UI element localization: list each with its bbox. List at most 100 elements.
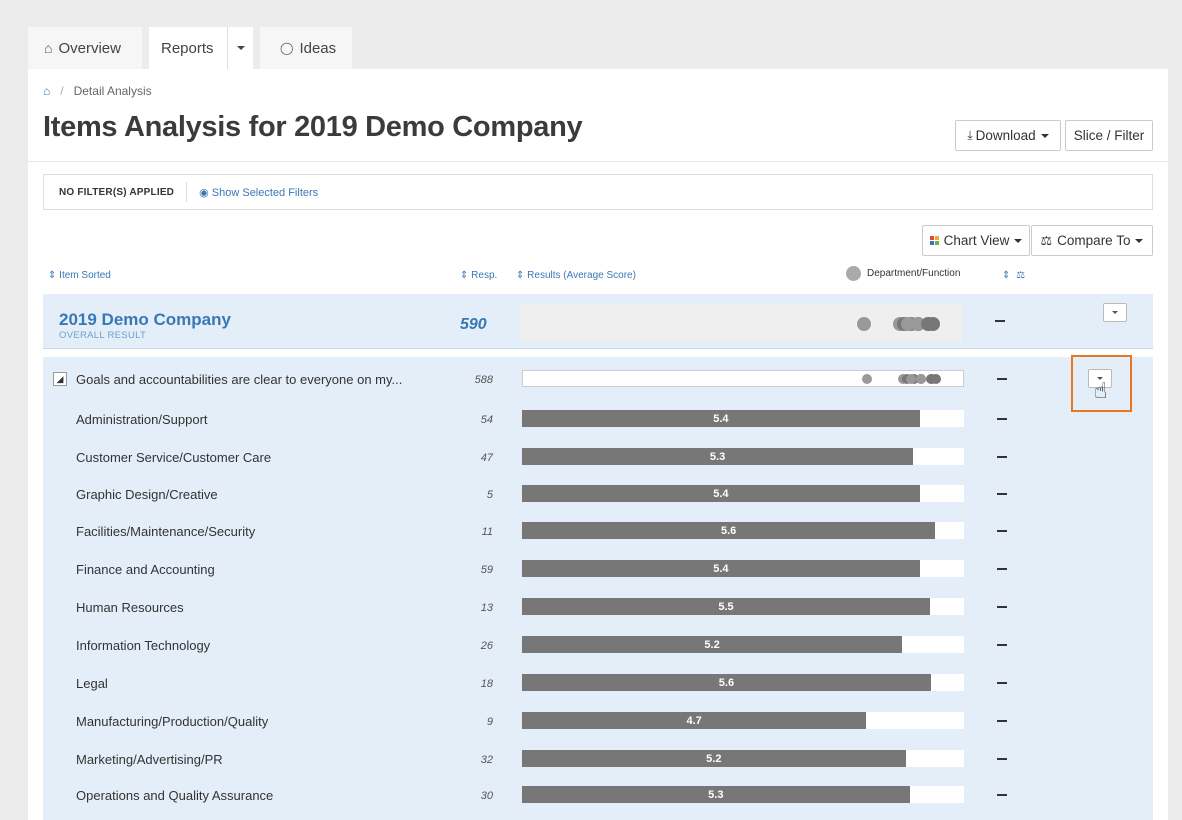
department-bar[interactable]: 5.4 [522, 485, 920, 502]
breadcrumb-separator: / [60, 84, 64, 98]
sort-icon: ⇕ [460, 270, 469, 281]
department-label: Operations and Quality Assurance [76, 788, 274, 803]
department-bar[interactable]: 5.5 [522, 598, 930, 615]
item-label[interactable]: Goals and accountabilities are clear to … [76, 372, 402, 387]
compare-dash [997, 720, 1007, 722]
department-bar-track: 5.4 [522, 560, 964, 577]
main-panel: ⌂ / Detail Analysis Items Analysis for 2… [28, 69, 1168, 820]
column-header-compare[interactable]: ⇕ ⚖ [1002, 270, 1025, 281]
department-bar-track: 5.3 [522, 448, 964, 465]
item-chart-icon[interactable]: ◢ [53, 372, 67, 386]
department-resp: 47 [480, 452, 493, 464]
department-label: Facilities/Maintenance/Security [76, 524, 256, 539]
download-button[interactable]: ⤓ Download [955, 120, 1061, 151]
tab-ideas-label: Ideas [299, 39, 337, 57]
department-label: Human Resources [76, 600, 184, 615]
column-header-item[interactable]: ⇕ Item Sorted [48, 270, 111, 281]
department-row: Customer Service/Customer Care 47 5.3 [43, 438, 1153, 476]
department-row: Operations and Quality Assurance 30 5.3 [43, 776, 1153, 814]
department-dot[interactable] [921, 317, 936, 331]
department-row: Facilities/Maintenance/Security 11 5.6 [43, 512, 1153, 550]
column-header-item-label: Item Sorted [59, 270, 111, 281]
department-bar-track: 5.5 [522, 598, 964, 615]
overall-chart-track [520, 304, 962, 341]
department-resp: 30 [480, 790, 493, 802]
chevron-down-icon [1014, 238, 1023, 243]
page-title: Items Analysis for 2019 Demo Company [43, 111, 583, 143]
show-selected-filters-label: Show Selected Filters [211, 186, 319, 199]
legend-dot-icon [846, 266, 861, 281]
compare-dash [997, 794, 1007, 796]
overall-result-row: 2019 Demo Company OVERALL RESULT 590 [43, 294, 1153, 349]
department-dot[interactable] [900, 317, 915, 331]
home-icon[interactable]: ⌂ [43, 84, 50, 98]
breadcrumb-current: Detail Analysis [73, 84, 152, 98]
department-dot[interactable] [926, 374, 937, 384]
legend-department: Department/Function [846, 266, 960, 281]
item-dots [523, 374, 965, 386]
department-bar[interactable]: 5.3 [522, 786, 910, 803]
department-resp: 59 [480, 564, 493, 576]
department-score: 5.5 [718, 600, 734, 613]
column-header-results[interactable]: ⇕ Results (Average Score) [516, 270, 636, 281]
sort-icon: ⇕ [1002, 270, 1011, 281]
department-bar[interactable]: 5.6 [522, 674, 931, 691]
compare-dash [997, 530, 1007, 532]
slice-filter-label: Slice / Filter [1073, 128, 1145, 143]
hand-cursor-icon: ☝ [1094, 378, 1108, 403]
item-rows: ◢ Goals and accountabilities are clear t… [43, 357, 1153, 820]
department-score: 4.7 [686, 714, 702, 727]
chart-view-button[interactable]: Chart View [922, 225, 1030, 256]
chevron-down-icon [1040, 133, 1049, 138]
department-label: Graphic Design/Creative [76, 487, 218, 502]
balance-scale-icon: ⚖ [1016, 270, 1026, 281]
overall-name[interactable]: 2019 Demo Company [59, 310, 231, 330]
compare-to-button[interactable]: ⚖ Compare To [1031, 225, 1153, 256]
department-dot[interactable] [862, 374, 873, 384]
download-icon: ⤓ [967, 128, 973, 142]
department-bar[interactable]: 5.6 [522, 522, 936, 539]
compare-dash [997, 456, 1007, 458]
department-label: Legal [76, 676, 108, 691]
chart-grid-icon [929, 236, 939, 245]
department-bar[interactable]: 5.4 [522, 410, 920, 427]
balance-scale-icon: ⚖ [1040, 232, 1053, 248]
department-score: 5.2 [706, 752, 722, 765]
column-header-resp-label: Resp. [471, 270, 498, 281]
tab-overview[interactable]: ⌂ Overview [28, 27, 142, 69]
department-row: Marketing/Advertising/PR 32 5.2 [43, 740, 1153, 778]
tab-ideas[interactable]: ◯ Ideas [260, 27, 352, 69]
department-score: 5.4 [713, 487, 729, 500]
department-resp: 18 [480, 678, 493, 690]
tab-reports-dropdown[interactable] [227, 27, 253, 69]
department-bar[interactable]: 4.7 [522, 712, 867, 729]
department-resp: 26 [480, 640, 493, 652]
department-dot[interactable] [905, 374, 916, 384]
chart-view-label: Chart View [943, 233, 1010, 248]
overall-dropdown-button[interactable] [1103, 303, 1127, 322]
department-dot[interactable] [915, 374, 926, 384]
chevron-down-icon [1135, 238, 1144, 243]
department-bar[interactable]: 5.4 [522, 560, 920, 577]
filter-status: NO FILTER(S) APPLIED [44, 182, 188, 202]
department-bar-track: 5.6 [522, 522, 964, 539]
department-label: Marketing/Advertising/PR [76, 752, 223, 767]
compare-dash [997, 758, 1007, 760]
department-bar[interactable]: 5.3 [522, 448, 914, 465]
overall-count: 590 [460, 316, 487, 333]
show-selected-filters-link[interactable]: ◉ Show Selected Filters [187, 186, 318, 199]
slice-filter-button[interactable]: Slice / Filter [1065, 120, 1153, 151]
department-bar-track: 5.4 [522, 410, 964, 427]
department-bar[interactable]: 5.2 [522, 750, 906, 767]
department-score: 5.6 [720, 524, 737, 537]
compare-dash [997, 682, 1007, 684]
department-resp: 11 [481, 526, 493, 538]
eye-icon: ◉ [199, 186, 209, 199]
item-count: 588 [474, 374, 493, 386]
column-header-resp[interactable]: ⇕ Resp. [460, 270, 497, 281]
department-label: Administration/Support [76, 412, 208, 427]
department-dot[interactable] [857, 317, 872, 331]
department-score: 5.3 [709, 450, 726, 463]
department-bar[interactable]: 5.2 [522, 636, 903, 653]
compare-dash [995, 320, 1005, 322]
